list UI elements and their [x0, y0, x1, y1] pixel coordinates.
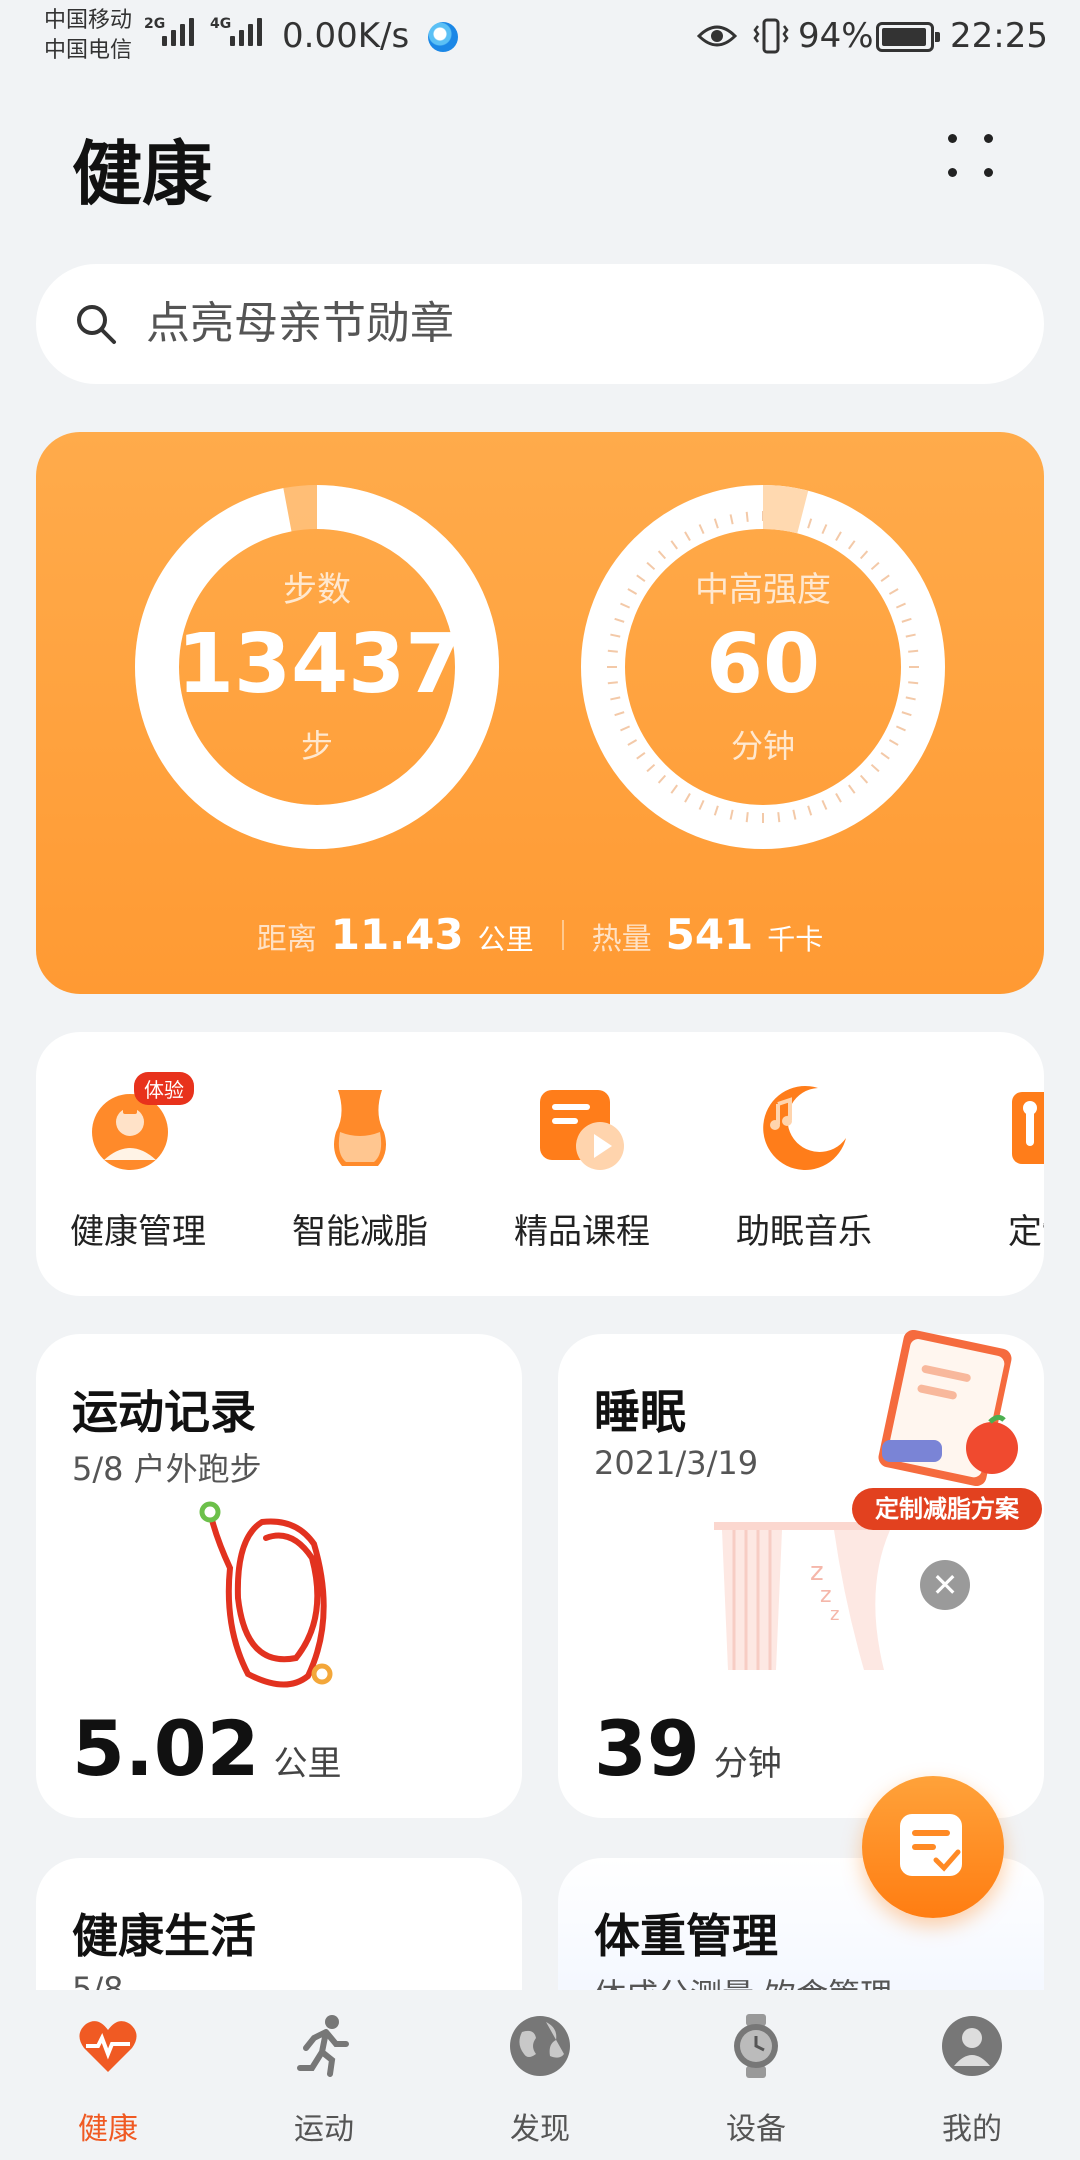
globe-icon: [510, 2016, 570, 2076]
route-map-icon: [199, 1501, 333, 1688]
intensity-readout: 中高强度 60 分钟: [623, 562, 903, 767]
summary-stats: 距离 11.43 公里 热量 541 千卡: [36, 910, 1044, 959]
calories-unit: 千卡: [767, 923, 824, 956]
nav-label: 发现: [510, 2112, 570, 2147]
shortcut-custom[interactable]: 定制: [936, 1080, 1044, 1253]
distance-label: 距离: [256, 922, 317, 957]
shortcut-sleep-music[interactable]: 助眠音乐: [714, 1080, 894, 1253]
eye-comfort-icon: [697, 25, 737, 47]
intensity-label: 中高强度: [695, 570, 831, 610]
steps-value: 13437: [177, 617, 463, 712]
ring-tick: [745, 511, 749, 522]
carrier-1: 中国移动: [44, 8, 133, 33]
battery-icon: [876, 22, 940, 52]
ring-tick: [908, 649, 919, 653]
shortcut-label: 健康管理: [70, 1212, 206, 1252]
ring-tick: [908, 681, 919, 685]
distance-readout: 5.02 公里: [72, 1704, 342, 1793]
ring-tick: [607, 649, 618, 653]
person-icon: [942, 2016, 1002, 2076]
signal-icon: [230, 18, 262, 46]
video-course-icon: [534, 1080, 630, 1176]
card-subtitle: 5/8 户外跑步: [72, 1450, 262, 1488]
activity-summary-card[interactable]: 步数 13437 步 中高强度 60 分钟 距离 11.43 公里 热量 541…: [36, 432, 1044, 994]
heart-pulse-icon: [79, 2021, 137, 2072]
sleep-readout: 39 分钟: [594, 1704, 782, 1793]
exercise-distance-value: 5.02: [72, 1704, 260, 1793]
svg-text:z: z: [830, 1604, 839, 1625]
nav-label: 我的: [942, 2112, 1002, 2147]
shortcut-smart-fat-loss[interactable]: 智能减脂: [270, 1080, 450, 1253]
calories-label: 热量: [591, 922, 652, 957]
diet-plan-illustration: [878, 1329, 1018, 1487]
clock: 22:25: [950, 16, 1048, 56]
nav-health[interactable]: 健康: [38, 2014, 178, 2148]
carrier-names: 中国移动 中国电信: [44, 6, 132, 66]
shortcut-label: 助眠音乐: [736, 1212, 872, 1252]
curtain-icon: z z z: [714, 1522, 894, 1670]
more-options-icon[interactable]: [940, 128, 1000, 184]
nav-label: 健康: [78, 2112, 138, 2147]
calories-value: 541: [665, 910, 754, 959]
shortcut-health-management[interactable]: 体验 健康管理: [48, 1072, 228, 1253]
nav-discover[interactable]: 发现: [470, 2014, 610, 2148]
custom-plan-icon: [1006, 1080, 1044, 1176]
signal-icon: [162, 18, 194, 46]
shortcut-premium-courses[interactable]: 精品课程: [492, 1080, 672, 1253]
card-subtitle: 2021/3/19: [594, 1444, 759, 1482]
trial-badge: 体验: [134, 1072, 194, 1105]
doctor-icon: 体验: [90, 1072, 194, 1176]
checklist-icon: [900, 1814, 962, 1876]
shortcut-row: 体验 健康管理 智能减脂 精品课程 助眠音乐 定: [36, 1032, 1044, 1296]
intensity-value: 60: [705, 617, 821, 712]
moon-music-icon: [756, 1080, 852, 1176]
health-record-fab[interactable]: [862, 1776, 1004, 1918]
network-speed: 0.00K/s: [282, 16, 410, 56]
vibrate-icon: [753, 18, 789, 54]
nav-devices[interactable]: 设备: [686, 2014, 826, 2148]
search-bar[interactable]: 点亮母亲节勋章: [36, 264, 1044, 384]
distance-value: 11.43: [330, 910, 464, 959]
nav-exercise[interactable]: 运动: [254, 2014, 394, 2148]
page-title: 健康: [72, 133, 212, 215]
stats-divider: [561, 919, 564, 950]
exercise-distance-unit: 公里: [273, 1744, 342, 1784]
exercise-record-card[interactable]: 运动记录 5/8 户外跑步 5.02 公里: [36, 1334, 522, 1818]
status-bar: 中国移动 中国电信 2G 4G 0.00K/s 94% 22:25: [0, 0, 1080, 76]
card-title: 睡眠: [594, 1385, 686, 1439]
card-title: 运动记录: [72, 1385, 256, 1439]
nav-label: 设备: [726, 2112, 786, 2147]
browser-notification-icon: [428, 22, 458, 52]
distance-unit: 公里: [477, 923, 534, 956]
card-title: 体重管理: [594, 1909, 778, 1963]
nav-me[interactable]: 我的: [902, 2014, 1042, 2148]
shortcut-label: 智能减脂: [292, 1212, 428, 1252]
promo-label: 定制减脂方案: [852, 1488, 1042, 1530]
waist-icon: [312, 1080, 408, 1176]
shortcut-label: 精品课程: [514, 1212, 650, 1252]
carrier-2: 中国电信: [44, 38, 133, 63]
nav-label: 运动: [294, 2112, 354, 2147]
search-placeholder: 点亮母亲节勋章: [146, 298, 454, 349]
ring-tick: [607, 681, 618, 685]
steps-label: 步数: [283, 570, 351, 610]
battery-percent: 94%: [798, 16, 874, 56]
intensity-unit: 分钟: [730, 727, 795, 765]
sleep-duration-value: 39: [594, 1704, 700, 1793]
watch-icon: [734, 2014, 778, 2078]
fat-loss-plan-promo[interactable]: 定制减脂方案: [852, 1329, 1042, 1530]
steps-readout: 步数 13437 步: [177, 562, 463, 767]
ring-tick: [777, 812, 781, 823]
card-title: 健康生活: [72, 1909, 256, 1963]
shortcut-label: 定制: [1008, 1212, 1044, 1252]
network-type-2: 4G: [210, 16, 232, 32]
runner-icon: [297, 2015, 349, 2077]
bottom-navigation: 健康 运动 发现 设备 我的: [0, 1990, 1080, 2160]
steps-unit: 步: [300, 727, 333, 765]
ring-tick: [745, 812, 749, 823]
sleep-duration-unit: 分钟: [713, 1744, 782, 1784]
search-icon: [77, 305, 116, 344]
close-icon[interactable]: ✕: [920, 1560, 970, 1610]
